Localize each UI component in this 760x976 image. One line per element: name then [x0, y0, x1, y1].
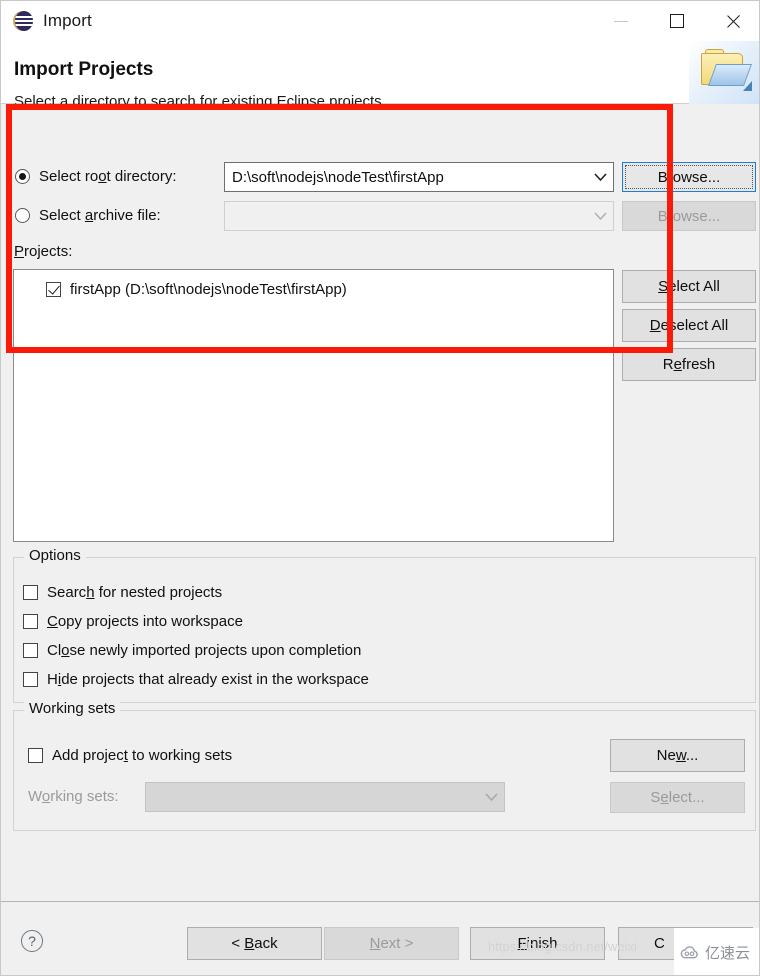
watermark-badge: 亿速云: [674, 928, 759, 975]
cancel-label: C: [654, 935, 665, 952]
watermark-url: https://blog.csdn.net/weixi: [488, 939, 637, 954]
deselect-all-button[interactable]: Deselect All: [622, 309, 756, 342]
root-directory-text: D:\soft\nodejs\nodeTest\firstApp: [232, 168, 444, 186]
window-controls: [593, 1, 759, 41]
import-projects-dialog: Import Import Projects Select a director…: [0, 0, 760, 976]
add-working-sets-checkbox[interactable]: [28, 748, 43, 763]
dialog-body: Select root directory: D:\soft\nodejs\no…: [1, 104, 759, 901]
working-sets-group: Working sets Add project to working sets…: [13, 700, 756, 831]
refresh-label: Refresh: [662, 356, 716, 373]
dialog-header: Import Projects Select a directory to se…: [1, 41, 759, 110]
working-sets-combo-label: Working sets:: [28, 788, 119, 805]
select-all-button[interactable]: Select All: [622, 270, 756, 303]
title-bar: Import: [1, 1, 759, 41]
checkbox-search-nested-projects[interactable]: Search for nested projects: [23, 584, 222, 601]
project-label: firstApp (D:\soft\nodejs\nodeTest\firstA…: [70, 280, 347, 298]
minimize-button[interactable]: [593, 1, 649, 41]
next-label: Next >: [369, 935, 414, 952]
select-all-label: Select All: [658, 278, 720, 295]
checkbox-copy-projects[interactable]: Copy projects into workspace: [23, 613, 243, 630]
radio-select-root-directory[interactable]: Select root directory:: [15, 168, 177, 185]
search-nested-checkbox[interactable]: [23, 585, 38, 600]
browse-archive-file-button: Browse...: [622, 201, 756, 231]
select-working-set-button: Select...: [610, 782, 745, 813]
new-working-set-button[interactable]: New...: [610, 739, 745, 772]
help-icon[interactable]: ?: [21, 930, 43, 952]
chevron-down-icon-disabled: [587, 211, 613, 221]
chevron-down-icon[interactable]: [587, 172, 613, 182]
deselect-all-label: Deselect All: [649, 317, 729, 334]
browse-archive-label: Browse...: [657, 207, 721, 225]
back-label: < Back: [231, 935, 278, 952]
import-folder-icon: [689, 41, 759, 104]
checkbox-hide-existing[interactable]: Hide projects that already exist in the …: [23, 671, 369, 688]
project-checkbox[interactable]: [46, 281, 61, 297]
archive-file-combo: [224, 201, 614, 231]
copy-projects-checkbox[interactable]: [23, 614, 38, 629]
checkbox-close-imported[interactable]: Close newly imported projects upon compl…: [23, 642, 361, 659]
add-working-sets-label: Add project to working sets: [52, 747, 233, 764]
projects-label: Projects:: [14, 243, 73, 260]
cloud-logo-icon: [680, 945, 698, 958]
working-sets-group-title: Working sets: [24, 700, 121, 717]
radio-archive-file-indicator: [15, 208, 30, 223]
options-group-title: Options: [24, 547, 86, 564]
hide-existing-label: Hide projects that already exist in the …: [47, 671, 369, 688]
watermark-text: 亿速云: [705, 945, 751, 962]
radio-root-directory-label: Select root directory:: [39, 168, 177, 185]
eclipse-icon: [12, 10, 34, 32]
browse-root-directory-button[interactable]: Browse...: [622, 162, 756, 192]
checkbox-add-project-to-working-sets[interactable]: Add project to working sets: [28, 747, 232, 764]
copy-projects-label: Copy projects into workspace: [47, 613, 243, 630]
hide-existing-checkbox[interactable]: [23, 672, 38, 687]
page-title: Import Projects: [14, 59, 154, 80]
list-item[interactable]: firstApp (D:\soft\nodejs\nodeTest\firstA…: [14, 276, 613, 302]
dialog-footer: < Back Next > Finish C: [1, 902, 759, 975]
close-button[interactable]: [705, 1, 759, 41]
back-button[interactable]: < Back: [187, 927, 322, 960]
new-working-set-label: New...: [656, 747, 699, 764]
working-sets-combo: [145, 782, 505, 812]
maximize-button[interactable]: [649, 1, 705, 41]
radio-archive-file-label: Select archive file:: [39, 207, 161, 224]
select-working-set-label: Select...: [650, 789, 705, 806]
refresh-button[interactable]: Refresh: [622, 348, 756, 381]
root-directory-combo-box[interactable]: D:\soft\nodejs\nodeTest\firstApp: [224, 162, 614, 192]
search-nested-label: Search for nested projects: [47, 584, 223, 601]
radio-select-archive-file[interactable]: Select archive file:: [15, 207, 161, 224]
close-imported-label: Close newly imported projects upon compl…: [47, 642, 362, 659]
projects-list[interactable]: firstApp (D:\soft\nodejs\nodeTest\firstA…: [13, 269, 614, 542]
next-button: Next >: [324, 927, 459, 960]
radio-root-directory-indicator: [15, 169, 30, 184]
close-imported-checkbox[interactable]: [23, 643, 38, 658]
chevron-down-icon-working-sets: [478, 792, 504, 802]
options-group: Options Search for nested projects Copy …: [13, 547, 756, 703]
window-title: Import: [43, 11, 92, 30]
browse-root-label: Browse...: [657, 168, 721, 186]
